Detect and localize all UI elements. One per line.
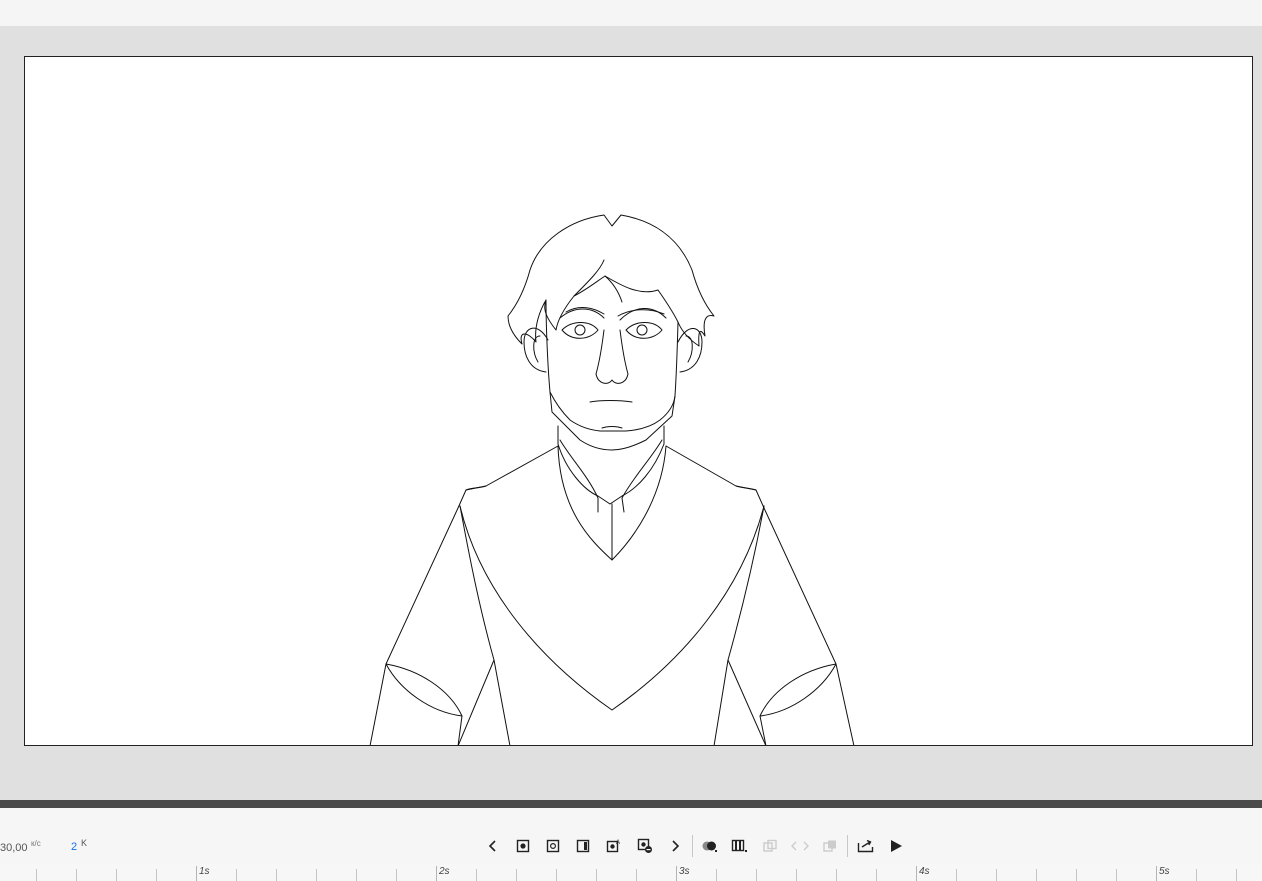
toolbar-separator <box>847 835 848 857</box>
keyframe-unit: K <box>81 838 88 848</box>
keyframe-filled-icon <box>516 839 530 853</box>
prev-frame-button[interactable] <box>481 834 505 858</box>
insert-keyframe-button[interactable] <box>511 834 535 858</box>
mouth <box>589 400 633 403</box>
timeline-header <box>0 808 1262 829</box>
ruler-tick <box>516 869 517 881</box>
ruler-major-tick <box>1156 866 1157 881</box>
nose <box>595 329 629 384</box>
character-drawing <box>369 214 855 745</box>
insert-blank-keyframe-button[interactable] <box>541 834 565 858</box>
clear-keyframe-icon <box>637 838 652 853</box>
auto-keyframe-icon: A <box>606 840 620 853</box>
insert-frame-button[interactable] <box>571 834 595 858</box>
torso-outline <box>369 445 559 745</box>
ruler-tick <box>1236 869 1237 881</box>
timeline-ruler[interactable]: 1s 2s 3s 4s 5s <box>0 864 1262 881</box>
ruler-tick <box>636 869 637 881</box>
hair-outline <box>507 214 715 347</box>
ruler-tick <box>76 869 77 881</box>
ruler-tick <box>236 869 237 881</box>
convert-to-symbol-button[interactable] <box>758 834 782 858</box>
ruler-second-label: 4s <box>919 866 930 877</box>
next-frame-button[interactable] <box>663 834 687 858</box>
fps-value[interactable]: 30,00 <box>0 842 28 854</box>
ruler-tick <box>1116 869 1117 881</box>
export-icon <box>857 839 874 853</box>
ruler-major-tick <box>676 866 677 881</box>
clear-keyframe-button[interactable] <box>633 834 657 858</box>
right-ear <box>677 328 703 373</box>
ruler-tick <box>556 869 557 881</box>
panel-divider[interactable] <box>0 800 1262 808</box>
svg-text:A: A <box>616 840 620 846</box>
keyframe-blank-icon <box>546 839 560 853</box>
swap-button[interactable] <box>818 834 842 858</box>
face-outline <box>545 299 679 432</box>
play-icon <box>891 840 902 852</box>
ruler-second-label: 2s <box>439 866 450 877</box>
timeline-toolbar: 30,00 к/с 2 K A <box>0 828 1262 865</box>
onion-skin-icon <box>702 841 717 852</box>
ruler-second-label: 1s <box>199 866 210 877</box>
ruler-tick <box>476 869 477 881</box>
multiple-frames-icon <box>731 839 747 852</box>
arrows-icon <box>791 841 809 851</box>
collar <box>557 443 665 505</box>
chevron-left-icon <box>488 840 496 852</box>
ruler-tick <box>836 869 837 881</box>
top-bar <box>0 0 1262 26</box>
edit-multiple-frames-button[interactable] <box>728 834 752 858</box>
ruler-tick <box>396 869 397 881</box>
ruler-tick <box>716 869 717 881</box>
drawing-canvas[interactable] <box>24 56 1253 746</box>
right-eye <box>625 322 663 339</box>
ruler-tick <box>1196 869 1197 881</box>
keyframe-count[interactable]: 2 <box>71 841 77 853</box>
frame-icon <box>576 839 590 853</box>
ruler-tick <box>116 869 117 881</box>
chevron-right-icon <box>672 840 680 852</box>
symbol-icon <box>763 839 777 852</box>
ruler-second-label: 5s <box>1159 866 1170 877</box>
onion-skin-button[interactable] <box>698 834 722 858</box>
fps-unit: к/с <box>31 839 41 848</box>
ruler-tick <box>1036 869 1037 881</box>
toolbar-separator <box>692 835 693 857</box>
ruler-tick <box>756 869 757 881</box>
ruler-tick <box>36 869 37 881</box>
ruler-second-label: 3s <box>679 866 690 877</box>
ruler-tick <box>876 869 877 881</box>
ruler-tick <box>956 869 957 881</box>
auto-keyframe-button[interactable]: A <box>602 834 626 858</box>
left-sleeve <box>385 663 463 717</box>
right-sleeve <box>759 663 837 717</box>
swap-icon <box>823 840 836 852</box>
ruler-major-tick <box>436 866 437 881</box>
neck <box>557 425 665 445</box>
ruler-tick <box>316 869 317 881</box>
ruler-tick <box>156 869 157 881</box>
ruler-major-tick <box>916 866 917 881</box>
ruler-tick <box>356 869 357 881</box>
sync-button[interactable] <box>788 834 812 858</box>
ruler-tick <box>276 869 277 881</box>
ruler-tick <box>996 869 997 881</box>
ruler-tick <box>796 869 797 881</box>
ruler-tick <box>596 869 597 881</box>
export-button[interactable] <box>854 834 878 858</box>
ruler-tick <box>1076 869 1077 881</box>
ruler-major-tick <box>196 866 197 881</box>
play-button[interactable] <box>884 834 908 858</box>
